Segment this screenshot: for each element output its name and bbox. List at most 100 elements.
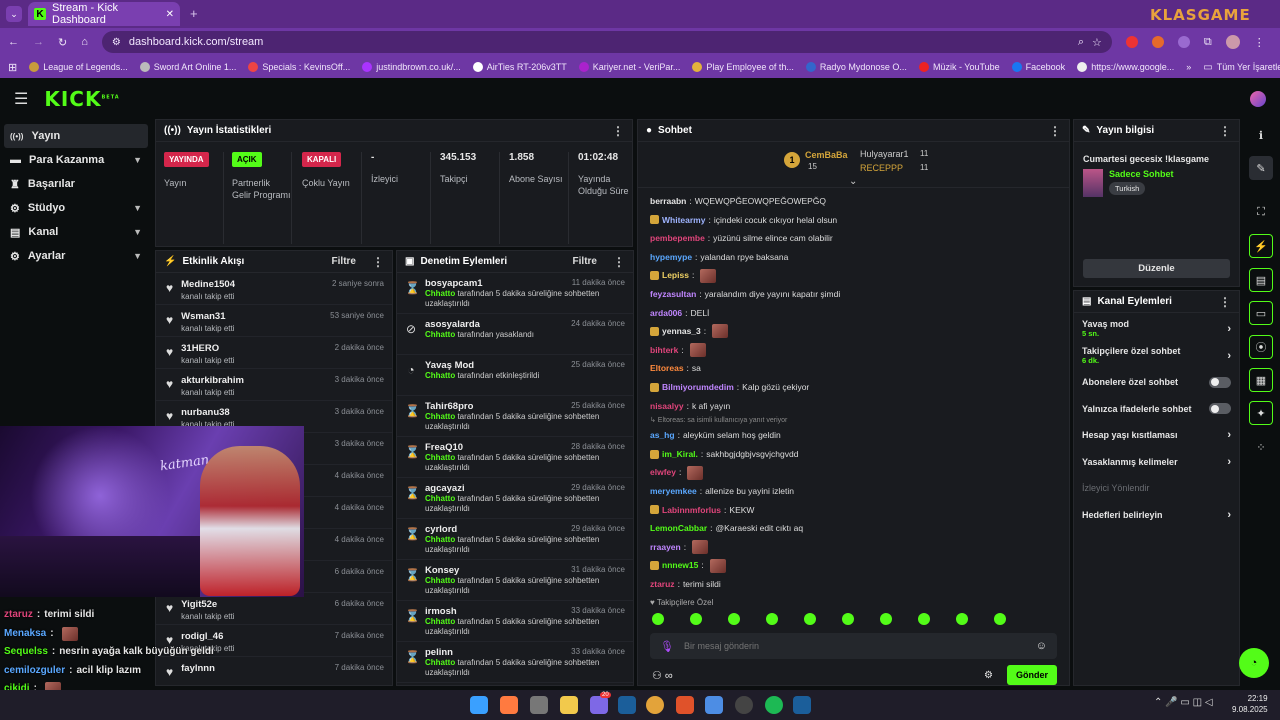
moderator-name[interactable]: Chhatto [425,330,455,339]
app-icon[interactable] [735,696,753,714]
sidebar-item-para-kazanma[interactable]: ▬ Para Kazanma ▼ [4,148,148,172]
chat-message[interactable]: pembepembe: yüzünü silme elince cam olab… [650,229,1057,248]
chat-username[interactable]: yennas_3 [662,322,701,341]
moderated-user[interactable]: FreaQ10 [425,442,463,453]
chat-message[interactable]: rraayen: [650,538,1057,557]
chat-username[interactable]: rraayen [650,538,681,557]
list-item[interactable]: ⌛ Tahir68pro 25 dakika önce Chhatto tara… [397,396,633,437]
chat-message[interactable]: Eltoreas: sa [650,359,1057,378]
apps-icon[interactable]: ⊞ [8,61,17,74]
moderated-user[interactable]: Yavaş Mod [425,360,474,371]
toggle-switch[interactable] [1209,403,1231,415]
document-icon[interactable]: ▤ [1249,268,1273,292]
chat-message[interactable]: im_Kiral.: sakhbgjdgbjvsgvjchgvdd [650,445,1057,464]
photos-icon[interactable] [705,696,723,714]
chat-message[interactable]: as_hg: aleyküm selam hoş geldin [650,426,1057,445]
extension-icon[interactable] [1125,36,1138,48]
users-icon[interactable]: ▦ [1249,368,1273,392]
chat-message[interactable]: hypemype: yalandan rpye baksana [650,248,1057,267]
emote-icon[interactable] [690,613,702,625]
chat-message[interactable]: Labinnmforlus: KEKW [650,501,1057,520]
more-options-icon[interactable]: ⋮ [612,124,624,138]
emoji-picker-icon[interactable]: ☺ [1036,640,1047,652]
wrench-icon[interactable]: ✦ [1249,401,1273,425]
list-item[interactable]: ♥ Medine1504 kanalı takip etti 2 saniye … [156,273,392,305]
filter-button[interactable]: Filtre [573,256,597,267]
moderated-user[interactable]: Konsey [425,565,459,576]
moderator-name[interactable]: Chhatto [425,617,455,626]
extension-icon[interactable] [1177,36,1190,48]
list-item[interactable]: ◔ Yavaş Mod 25 dakika önce Chhatto taraf… [397,355,633,396]
emote-icon[interactable] [956,613,968,625]
close-tab-icon[interactable]: ✕ [166,9,174,20]
user-avatar[interactable] [1250,91,1266,107]
chat-username[interactable]: ztaruz [650,575,675,594]
moderator-name[interactable]: Chhatto [425,412,455,421]
mic-icon[interactable]: 🎙 [660,640,674,653]
moderated-user[interactable]: agcayazi [425,483,465,494]
sidebar-item-kanal[interactable]: ▤ Kanal ▼ [4,220,148,244]
channel-action-item[interactable]: Hesap yaşı kısıtlaması › [1074,422,1239,449]
sidebar-item-yayin[interactable]: ((•)) Yayın [4,124,148,148]
channel-action-item[interactable]: İzleyici Yönlendir [1074,475,1239,502]
chat-message[interactable]: Whitearmy: içindeki cocuk cıkıyor helal … [650,211,1057,230]
bookmark-item[interactable]: AirTies RT-206v3TT [472,62,567,72]
infinity-icon[interactable]: ⚇ ∞ [652,669,673,682]
chat-message[interactable]: Lepiss: [650,266,1057,285]
back-icon[interactable]: ← [8,36,19,48]
moderator-name[interactable]: Chhatto [425,576,455,585]
chat-username[interactable]: arda006 [650,304,682,323]
emote-icon[interactable] [918,613,930,625]
edit-icon[interactable]: ✎ [1249,156,1273,180]
moderated-user[interactable]: pelinn [425,647,453,658]
channel-action-item[interactable]: Abonelere özel sohbet [1074,369,1239,396]
emote-icon[interactable] [766,613,778,625]
gifter-name[interactable]: CemBaBa [805,150,848,160]
more-bookmarks-icon[interactable]: » [1186,62,1191,72]
chat-username[interactable]: im_Kiral. [662,445,698,464]
browser-menu-icon[interactable]: ⋮ [1254,36,1265,49]
chat-message[interactable]: feyzasultan: yaralandım diye yayını kapa… [650,285,1057,304]
list-item[interactable]: ♥ Wsman31 kanalı takip etti 53 saniye ön… [156,305,392,337]
chat-username[interactable]: Lepiss [662,266,689,285]
sidebar-item-studyo[interactable]: ⚙ Stüdyo ▼ [4,196,148,220]
chat-message[interactable]: nnnew15: [650,556,1057,575]
home-icon[interactable]: ⌂ [81,36,88,48]
chat-username[interactable]: Labinnmforlus [662,501,721,520]
extension-icon[interactable] [1151,36,1164,48]
list-item[interactable]: ⌛ TUNATAVUSBEALL 34 dakika önce [397,683,633,685]
chat-message[interactable]: berraabn: WQEWQPĞEOWQPEĞOWEPĞQ [650,192,1057,211]
emote-icon[interactable] [652,613,664,625]
chat-input[interactable] [683,641,1026,651]
list-item[interactable]: ⌛ irmosh 33 dakika önce Chhatto tarafınd… [397,601,633,642]
bookmark-item[interactable]: https://www.google... [1077,62,1174,72]
chat-username[interactable]: hypemype [650,248,692,267]
bookmark-item[interactable]: justindbrown.co.uk/... [362,62,461,72]
steam-icon[interactable] [793,696,811,714]
extensions-puzzle-icon[interactable]: ⧉ [1204,36,1212,49]
chat-message[interactable]: LemonCabbar: @Karaeski edit cıktı aq [650,519,1057,538]
all-bookmarks-folder[interactable]: ▭Tüm Yer İşaretleri [1203,62,1280,73]
app-icon[interactable] [676,696,694,714]
moderator-name[interactable]: Chhatto [425,289,455,298]
chat-icon[interactable]: ▭ [1249,301,1273,325]
tab-search-icon[interactable]: ⌄ [6,6,22,22]
expand-icon[interactable]: ⛶ [1249,200,1273,224]
chat-username[interactable]: Bilmiyorumdedim [662,378,734,397]
chat-username[interactable]: elwfey [650,463,676,482]
expand-icon[interactable]: ⌄ [849,176,857,187]
gifter-name[interactable]: RECEPPP [860,163,903,173]
chat-message[interactable]: nisaalyy: k afi yayın [650,397,1057,416]
emote-icon[interactable] [728,613,740,625]
moderator-name[interactable]: Chhatto [425,453,455,462]
emote-icon[interactable] [880,613,892,625]
copilot-icon[interactable] [500,696,518,714]
channel-action-item[interactable]: Yasaklanmış kelimeler › [1074,449,1239,476]
more-options-icon[interactable]: ⋮ [1219,295,1231,309]
chat-username[interactable]: bihterk [650,341,678,360]
moderated-user[interactable]: cyrlord [425,524,457,535]
spotify-icon[interactable] [765,696,783,714]
bookmark-item[interactable]: Facebook [1011,62,1065,72]
store-icon[interactable] [530,696,548,714]
list-item[interactable]: ⌛ agcayazi 29 dakika önce Chhatto tarafı… [397,478,633,519]
